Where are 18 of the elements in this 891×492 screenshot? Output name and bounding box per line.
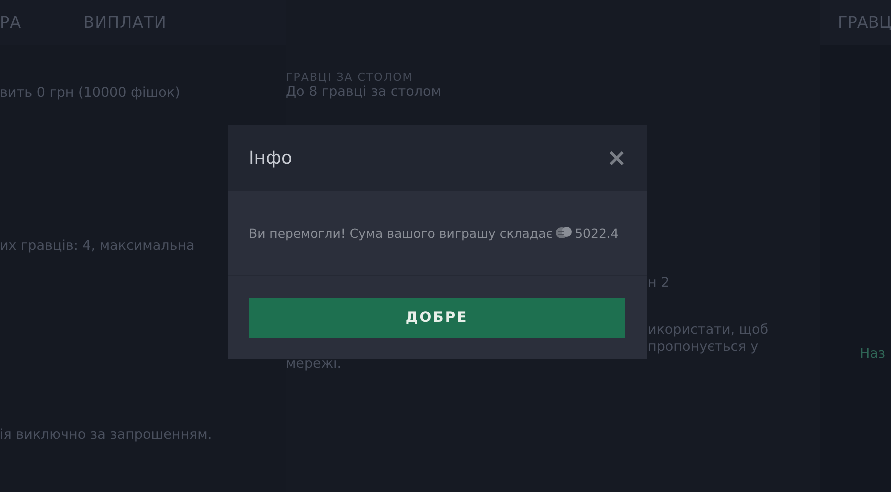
info-text: их гравців: 4, максимальна [0,238,196,254]
info-text: мережі. [286,356,343,372]
info-text: До 8 гравці за столом [286,84,442,100]
panel-text: Наз [860,346,886,362]
info-text: н 2 [647,275,671,291]
message-text: Ви перемогли! Сума вашого виграшу складає [249,226,554,240]
close-button[interactable]: × [606,146,627,170]
dialog-title: Інфо [249,148,292,168]
info-text: вить 0 грн (10000 фішок) [0,85,182,101]
panel-heading: ГРАВЦ [838,13,891,32]
tab[interactable]: РА [0,13,22,32]
coins-icon [556,227,572,239]
amount-text: 5022.4 [575,226,619,240]
tab[interactable]: ВИПЛАТИ [84,13,167,32]
ok-button[interactable]: ДОБРЕ [249,298,625,338]
info-text: ія виключно за запрошенням. [0,427,214,443]
info-text: икористати, щоб [647,322,770,338]
info-text: пропонується у [647,339,760,355]
